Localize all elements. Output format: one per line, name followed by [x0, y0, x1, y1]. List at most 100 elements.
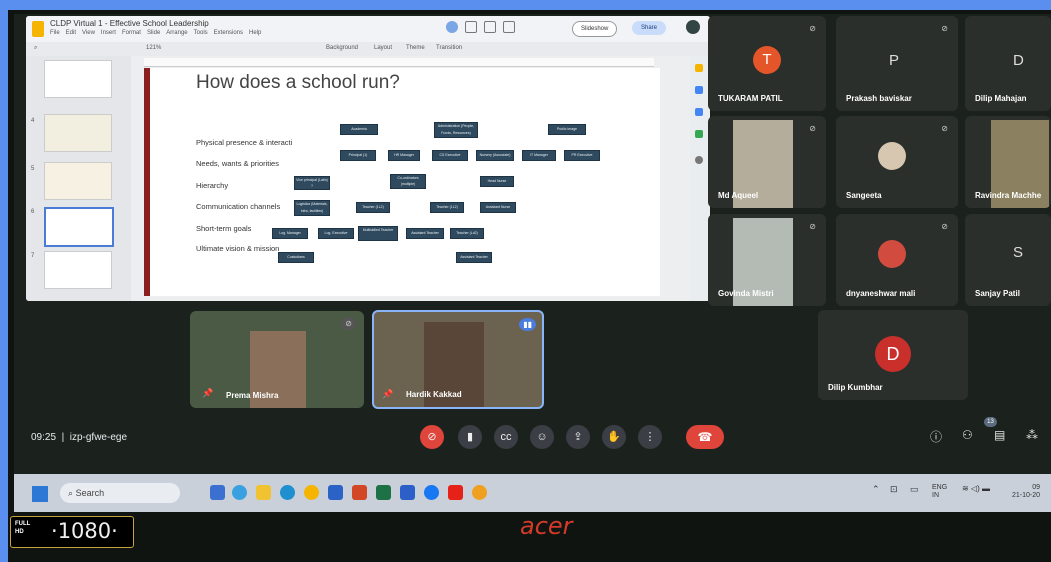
zoom-select[interactable]: 121% — [146, 45, 161, 51]
slide-thumbnail[interactable] — [44, 114, 112, 152]
slide-list-item: Short-term goals — [196, 224, 252, 233]
add-icon[interactable] — [695, 156, 703, 164]
mic-off-button[interactable]: ⊘ — [420, 425, 444, 449]
facebook-icon[interactable] — [424, 485, 439, 500]
slides-logo-icon — [32, 21, 44, 37]
slides-toolbar: ⌕ 121% Background Layout Theme Transitio… — [26, 42, 710, 56]
share-button[interactable]: Share — [632, 21, 667, 35]
menu-file[interactable]: File — [50, 30, 60, 36]
browser-icon[interactable] — [280, 485, 295, 500]
raise-hand-button[interactable]: ✋ — [602, 425, 626, 449]
participant-tile[interactable]: T ⊘ TUKARAM PATIL — [708, 16, 826, 111]
participant-name: Prakash baviskar — [846, 94, 912, 103]
screen: CLDP Virtual 1 - Effective School Leader… — [14, 14, 1051, 512]
slide-thumbnail-selected[interactable] — [44, 207, 114, 247]
layout-button[interactable]: Layout — [374, 45, 392, 51]
collaborator-avatar-icon[interactable] — [446, 21, 458, 33]
participant-tile[interactable]: ⊘ 📌 Prema Mishra — [190, 311, 364, 408]
background-button[interactable]: Background — [326, 45, 358, 51]
participant-name: Sanjay Patil — [975, 289, 1020, 298]
participant-tile[interactable]: D Dilip Mahajan — [965, 16, 1051, 111]
participant-tile[interactable]: D Dilip Kumbhar — [818, 310, 968, 400]
menu-insert[interactable]: Insert — [101, 30, 116, 36]
participant-tile[interactable]: S Sanjay Patil — [965, 214, 1051, 306]
pin-icon[interactable]: 📌 — [202, 388, 213, 399]
chrome-icon[interactable] — [304, 485, 319, 500]
taskbar-clock[interactable]: 09 21-10-20 — [1012, 484, 1040, 500]
menu-arrange[interactable]: Arrange — [166, 30, 187, 36]
captions-button[interactable]: cc — [494, 425, 518, 449]
participant-tile[interactable]: P ⊘ Prakash baviskar — [836, 16, 958, 111]
menu-format[interactable]: Format — [122, 30, 141, 36]
windows-taskbar: ⌕ Search ⌃ ⊡ ▭ ENG IN ≋ ◁) ▬ 09 21-10-20 — [14, 474, 1051, 512]
camera-button[interactable]: ▮ — [458, 425, 482, 449]
keep-icon[interactable] — [695, 64, 703, 72]
pin-icon[interactable]: 📌 — [382, 389, 393, 400]
slide-thumbnail[interactable] — [44, 60, 112, 98]
chat-icon[interactable]: ▤ — [994, 428, 1005, 442]
meeting-details-icon[interactable]: ⓘ — [930, 428, 942, 445]
chrome-active-icon[interactable] — [472, 485, 487, 500]
youtube-icon[interactable] — [448, 485, 463, 500]
participant-name: Dilip Kumbhar — [828, 383, 883, 392]
file-explorer-icon[interactable] — [256, 485, 271, 500]
full-hd-badge: FULL HD ·1080· — [10, 516, 134, 548]
participant-name: Prema Mishra — [226, 391, 279, 400]
participant-tile[interactable]: ⊘ dnyaneshwar mali — [836, 214, 958, 306]
menu-help[interactable]: Help — [249, 30, 261, 36]
app-icon[interactable] — [210, 485, 225, 500]
wifi-volume-battery-icon[interactable]: ≋ ◁) ▬ — [962, 484, 990, 493]
excel-icon[interactable] — [376, 485, 391, 500]
menu-extensions[interactable]: Extensions — [214, 30, 243, 36]
slideshow-button[interactable]: Slideshow — [572, 21, 618, 37]
participant-tile[interactable]: Ravindra Machhe — [965, 116, 1051, 208]
windows-start-icon[interactable] — [32, 486, 48, 502]
history-icon[interactable] — [465, 21, 477, 33]
people-icon[interactable]: ⚇ — [962, 428, 973, 442]
participant-tile[interactable]: ⊘ Md Aqueel — [708, 116, 826, 208]
word-icon[interactable] — [328, 485, 343, 500]
contacts-icon[interactable] — [695, 108, 703, 116]
tray-chevron-icon[interactable]: ⌃ — [872, 484, 880, 495]
theme-button[interactable]: Theme — [406, 45, 425, 51]
present-button[interactable]: ⇪ — [566, 425, 590, 449]
org-box: CS Executive — [432, 150, 468, 161]
tray-app-icon[interactable]: ⊡ — [890, 484, 898, 495]
taskbar-search[interactable]: ⌕ Search — [60, 483, 180, 503]
search-menus-icon[interactable]: ⌕ — [34, 45, 37, 52]
account-avatar[interactable] — [686, 20, 700, 34]
menu-edit[interactable]: Edit — [66, 30, 76, 36]
participant-name: TUKARAM PATIL — [718, 94, 783, 103]
powerpoint-icon[interactable] — [352, 485, 367, 500]
tasks-icon[interactable] — [695, 86, 703, 94]
menu-view[interactable]: View — [82, 30, 95, 36]
participant-tile-active-speaker[interactable]: ▮▮ 📌 Hardik Kakkad — [372, 310, 544, 409]
menu-tools[interactable]: Tools — [194, 30, 208, 36]
org-box: Head Nurse — [480, 176, 514, 187]
maps-icon[interactable] — [695, 130, 703, 138]
doc-title[interactable]: CLDP Virtual 1 - Effective School Leader… — [50, 19, 209, 28]
meeting-code[interactable]: izp-gfwe-ege — [70, 432, 127, 443]
slide-thumbnail[interactable] — [44, 162, 112, 200]
meet-icon[interactable] — [503, 21, 515, 33]
language-indicator[interactable]: ENG IN — [932, 484, 947, 500]
org-box: HR Manager — [388, 150, 420, 161]
activities-icon[interactable]: ⁂ — [1026, 428, 1038, 442]
tray-display-icon[interactable]: ▭ — [910, 484, 919, 495]
mic-off-icon: ⊘ — [941, 24, 948, 33]
participant-tile[interactable]: ⊘ Sangeeta — [836, 116, 958, 208]
slide-thumbnail[interactable] — [44, 251, 112, 289]
leave-call-button[interactable]: ☎ — [686, 425, 724, 449]
participant-count-badge: 13 — [984, 417, 997, 427]
edge-icon[interactable] — [232, 485, 247, 500]
dropbox-icon[interactable] — [400, 485, 415, 500]
transition-button[interactable]: Transition — [436, 45, 462, 51]
comment-icon[interactable] — [484, 21, 496, 33]
more-options-button[interactable]: ⋮ — [638, 425, 662, 449]
menu-slide[interactable]: Slide — [147, 30, 160, 36]
org-box: Principal (1) — [340, 150, 376, 161]
participant-tile[interactable]: ⊘ Govinda Mistri — [708, 214, 826, 306]
slide-canvas[interactable]: How does a school run? Physical presence… — [144, 68, 660, 296]
org-box: Vice principal (Latin) ? — [294, 176, 330, 190]
emoji-button[interactable]: ☺ — [530, 425, 554, 449]
